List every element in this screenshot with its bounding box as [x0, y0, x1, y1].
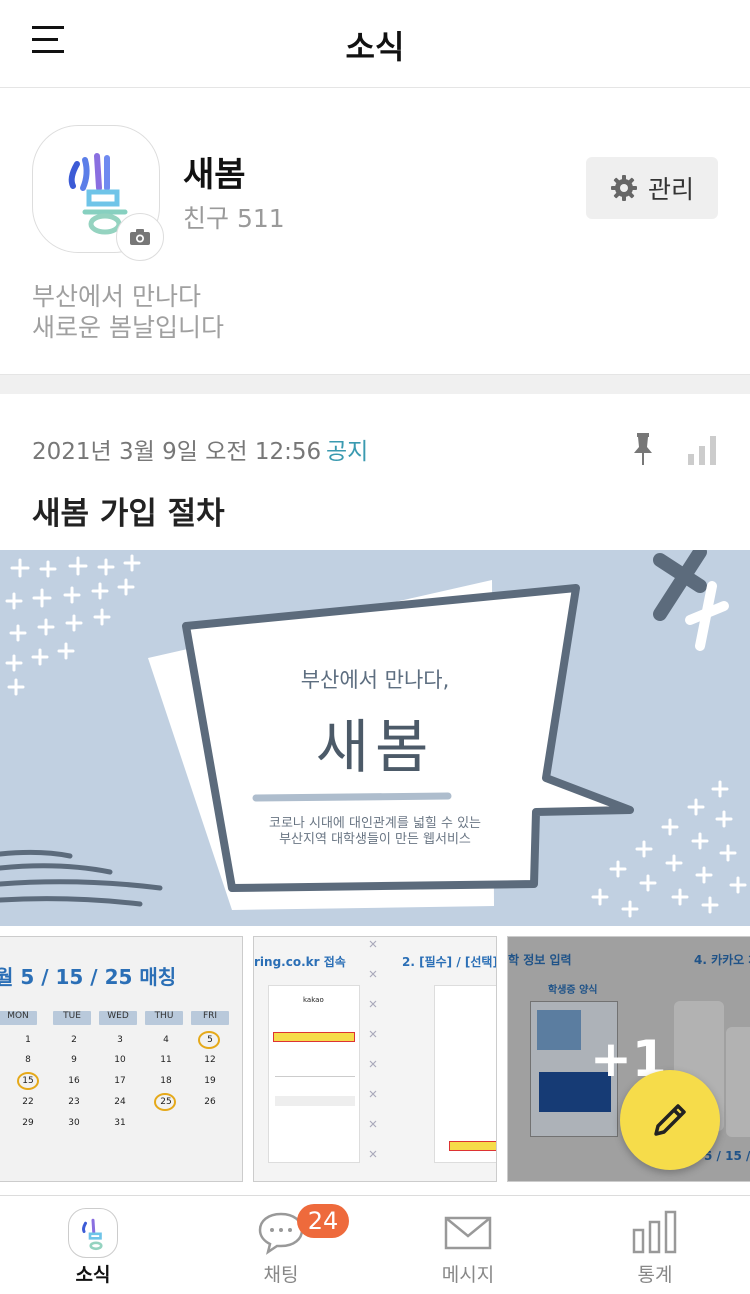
gear-icon: [610, 175, 637, 201]
highlight-circle: [154, 1093, 176, 1111]
thumbnail-title: ring.co.kr 접속: [254, 955, 346, 969]
channel-name: 새봄: [183, 155, 246, 195]
app-header: 소식: [0, 0, 750, 88]
nav-tab-message[interactable]: 메시지: [408, 1196, 528, 1294]
calendar-day: 22: [22, 1097, 34, 1107]
nav-label: 메시지: [441, 1264, 495, 1286]
calendar-day: 19: [204, 1076, 216, 1086]
camera-icon: [130, 229, 150, 245]
profile-logo-icon: [68, 1208, 118, 1258]
calendar-day: 23: [68, 1097, 80, 1107]
nav-label: 통계: [637, 1264, 673, 1286]
banner-description: 코로나 시대에 대인관계를 넓힐 수 있는 부산지역 대학생들이 만든 웹서비스: [0, 816, 750, 848]
highlight-box: [273, 1032, 355, 1042]
banner-title: 새봄: [315, 713, 435, 781]
friend-count[interactable]: 친구 511: [183, 199, 285, 235]
post-date: 2021년 3월 9일 오전 12:56: [32, 439, 322, 465]
banner-description-line: 코로나 시대에 대인관계를 넓힐 수 있는: [268, 816, 482, 831]
post-title[interactable]: 새봄 가입 절차: [32, 488, 225, 533]
weekday-header: WED: [99, 1011, 137, 1025]
divider-pattern: [369, 940, 377, 1158]
bar-chart-icon: [632, 1210, 677, 1254]
channel-description: 부산에서 만나다 새로운 봄날입니다: [32, 281, 224, 343]
manage-button[interactable]: 관리: [586, 157, 718, 219]
weekday-header: THU: [145, 1011, 183, 1025]
post-stats-icon[interactable]: [686, 434, 718, 466]
banner-subtitle: 부산에서 만나다,: [300, 668, 450, 692]
calendar-day: 4: [163, 1035, 169, 1045]
screenshot-phone: [434, 985, 496, 1163]
calendar-day: 3: [117, 1035, 123, 1045]
description-line: 새로운 봄날입니다: [32, 313, 224, 342]
page-title: 소식: [345, 28, 405, 66]
calendar-day: 1: [25, 1035, 31, 1045]
calendar-day: 29: [22, 1118, 34, 1128]
pin-icon[interactable]: [632, 433, 654, 465]
description-line: 부산에서 만나다: [32, 282, 201, 311]
manage-label: 관리: [647, 175, 694, 204]
pencil-icon: [654, 1104, 686, 1136]
banner-description-line: 부산지역 대학생들이 만든 웹서비스: [279, 832, 471, 847]
screenshot-phone: kakao: [268, 985, 360, 1163]
unread-badge: 24: [297, 1204, 349, 1238]
envelope-icon: [444, 1216, 492, 1250]
kakao-brand: kakao: [303, 996, 324, 1004]
calendar-day: 9: [71, 1055, 77, 1065]
thumbnail-title: 월 5 / 15 / 25 매칭: [0, 965, 177, 989]
calendar-day: 31: [114, 1118, 126, 1128]
calendar-day: 26: [204, 1097, 216, 1107]
nav-tab-stats[interactable]: 통계: [595, 1196, 715, 1294]
calendar-day: 18: [160, 1076, 172, 1086]
weekday-header: MON: [0, 1011, 37, 1025]
nav-tab-chat[interactable]: 24 채팅: [221, 1196, 349, 1294]
nav-label: 소식: [75, 1264, 111, 1286]
calendar-day: 2: [71, 1035, 77, 1045]
calendar-day: 11: [160, 1055, 172, 1065]
thumbnail-signup-steps[interactable]: ring.co.kr 접속 2. [필수] / [선택] 항 kakao: [253, 936, 497, 1182]
thumbnail-calendar[interactable]: 월 5 / 15 / 25 매칭 MON TUE WED THU FRI 1 2…: [0, 936, 243, 1182]
nav-label: 채팅: [263, 1264, 299, 1286]
thumbnail-title: 2. [필수] / [선택] 항: [402, 955, 497, 969]
calendar-day: 30: [68, 1118, 80, 1128]
weekday-header: FRI: [191, 1011, 229, 1025]
nav-tab-news[interactable]: 소식: [33, 1196, 153, 1294]
camera-button[interactable]: [116, 213, 164, 261]
channel-profile: 새봄 친구 511 관리 부산에서 만나다 새로운 봄날입니다: [0, 89, 750, 374]
notice-tag: 공지: [326, 439, 369, 465]
section-divider: [0, 374, 750, 394]
calendar-day: 24: [114, 1097, 126, 1107]
write-post-button[interactable]: [620, 1070, 720, 1170]
calendar-day: 12: [204, 1055, 216, 1065]
highlight-box: [449, 1141, 496, 1151]
highlight-circle: [17, 1072, 39, 1090]
calendar-day: 17: [114, 1076, 126, 1086]
post-banner-image[interactable]: 부산에서 만나다, 새봄 코로나 시대에 대인관계를 넓힐 수 있는 부산지역 …: [0, 550, 750, 926]
bottom-navigation: 소식 24 채팅 메시지 통계: [0, 1195, 750, 1294]
calendar-day: 16: [68, 1076, 80, 1086]
highlight-circle: [198, 1031, 220, 1049]
calendar-day: 8: [25, 1055, 31, 1065]
calendar-day: 10: [114, 1055, 126, 1065]
weekday-header: TUE: [53, 1011, 91, 1025]
